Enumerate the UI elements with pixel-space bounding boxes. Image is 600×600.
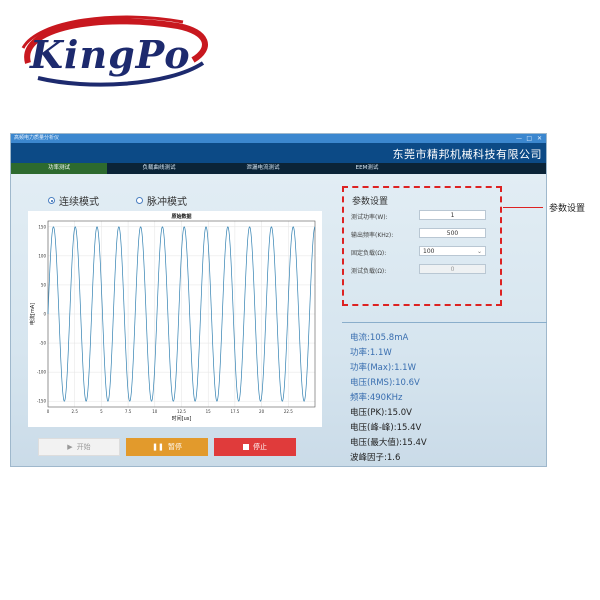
waveform-chart: 150 100 50 0 -50 -100 -150 0 2.5 5 7.5 10 12.5 15 17.5… (28, 211, 322, 427)
x-tick-label: 7.5 (125, 409, 132, 414)
start-label: 开始 (76, 443, 91, 451)
company-banner: 东莞市精邦机械科技有限公司 (11, 143, 546, 163)
kingpo-logo: KingPo (8, 8, 218, 94)
y-tick-label: -100 (37, 370, 47, 375)
param-label-test-load: 测试负载(Ω): (351, 268, 387, 275)
mode-pulse[interactable]: 脉冲模式 (136, 193, 187, 208)
y-tick-label: 100 (38, 253, 46, 258)
stop-button[interactable]: 停止 (214, 438, 296, 456)
close-icon[interactable]: ✕ (537, 134, 542, 143)
param-label-fixed-load: 固定负载(Ω): (351, 250, 387, 257)
minimize-icon[interactable]: — (516, 134, 522, 143)
y-tick-label: -150 (37, 399, 47, 404)
param-label-freq: 输出频率(KHz): (351, 232, 394, 239)
mode-pulse-label: 脉冲模式 (147, 197, 187, 208)
waveform-svg: 150100500-50-100-1500 2.5 5 7.5 10 12.5 15 17.5… (28, 211, 322, 427)
chevron-down-icon: ⌄ (476, 248, 482, 255)
stop-icon (243, 444, 249, 450)
y-tick-label: 50 (41, 282, 47, 287)
result-line: 电压(最大值):15.4V (350, 438, 427, 448)
pause-button[interactable]: ❚❚ 暂停 (126, 438, 208, 456)
params-title: 参数设置 (352, 197, 389, 207)
play-icon: ▶ (67, 443, 73, 451)
tab-load-curve[interactable]: 负载曲线测试 (107, 163, 211, 174)
company-name: 东莞市精邦机械科技有限公司 (392, 148, 542, 161)
x-tick-label: 10 (152, 409, 158, 414)
title-bar: 高频电力质量分析仪 — □ ✕ (11, 134, 546, 143)
tab-power-test[interactable]: 功率测试 (11, 163, 107, 174)
x-tick-label: 17.5 (230, 409, 239, 414)
y-tick-label: -50 (39, 341, 46, 346)
maximize-icon[interactable]: □ (526, 134, 532, 143)
fixed-load-value: 100 (423, 248, 435, 255)
fixed-load-select[interactable]: 100 ⌄ (419, 246, 486, 256)
tab-leakage-current[interactable]: 泄漏电流测试 (211, 163, 315, 174)
test-load-input: 0 (419, 264, 486, 274)
tab-bar: 功率测试 负载曲线测试 泄漏电流测试 EEM测试 (11, 163, 546, 174)
chart-title: 原始数据 (171, 213, 191, 220)
x-axis-label: 时间[us] (172, 415, 192, 422)
x-tick-label: 15 (206, 409, 212, 414)
window-title: 高频电力质量分析仪 (14, 135, 60, 141)
page: KingPo 高频电力质量分析仪 — □ ✕ 东莞市精邦机械科技有限公司 功率测… (0, 0, 600, 600)
x-tick-label: 20 (259, 409, 265, 414)
y-tick-label: 150 (38, 224, 46, 229)
result-line: 电压(PK):15.0V (350, 408, 412, 418)
frequency-input[interactable]: 500 (419, 228, 486, 238)
x-tick-label: 0 (47, 409, 50, 414)
x-tick-label: 2.5 (72, 409, 79, 414)
param-label-power: 测试功率(W): (351, 214, 388, 221)
result-line: 电压(RMS):10.6V (350, 378, 420, 388)
callout-line (503, 207, 543, 208)
result-line: 电流:105.8mA (350, 333, 409, 343)
results-divider (342, 322, 547, 323)
x-tick-label: 12.5 (177, 409, 186, 414)
x-tick-label: 5 (100, 409, 103, 414)
radio-selected-icon[interactable] (48, 197, 55, 204)
tab-eem-test[interactable]: EEM测试 (315, 163, 419, 174)
pause-icon: ❚❚ (152, 443, 164, 451)
x-tick-label: 22.5 (284, 409, 293, 414)
start-button[interactable]: ▶ 开始 (38, 438, 120, 456)
result-line: 频率:490KHz (350, 393, 403, 403)
pause-label: 暂停 (167, 443, 182, 451)
power-input[interactable]: 1 (419, 210, 486, 220)
result-line: 波峰因子:1.6 (350, 453, 401, 463)
result-line: 功率:1.1W (350, 348, 392, 358)
mode-continuous-label: 连续模式 (59, 197, 99, 208)
mode-continuous[interactable]: 连续模式 (48, 193, 99, 208)
callout-label: 参数设置 (549, 204, 586, 214)
logo-text: KingPo (30, 32, 191, 77)
result-line: 电压(峰-峰):15.4V (350, 423, 422, 433)
radio-unselected-icon[interactable] (136, 197, 143, 204)
y-axis-label: 电流[mA] (29, 303, 36, 325)
stop-label: 停止 (253, 443, 267, 451)
params-panel: 参数设置 测试功率(W): 1 输出频率(KHz): 500 固定负载(Ω): … (342, 186, 502, 306)
result-line: 功率(Max):1.1W (350, 363, 416, 373)
